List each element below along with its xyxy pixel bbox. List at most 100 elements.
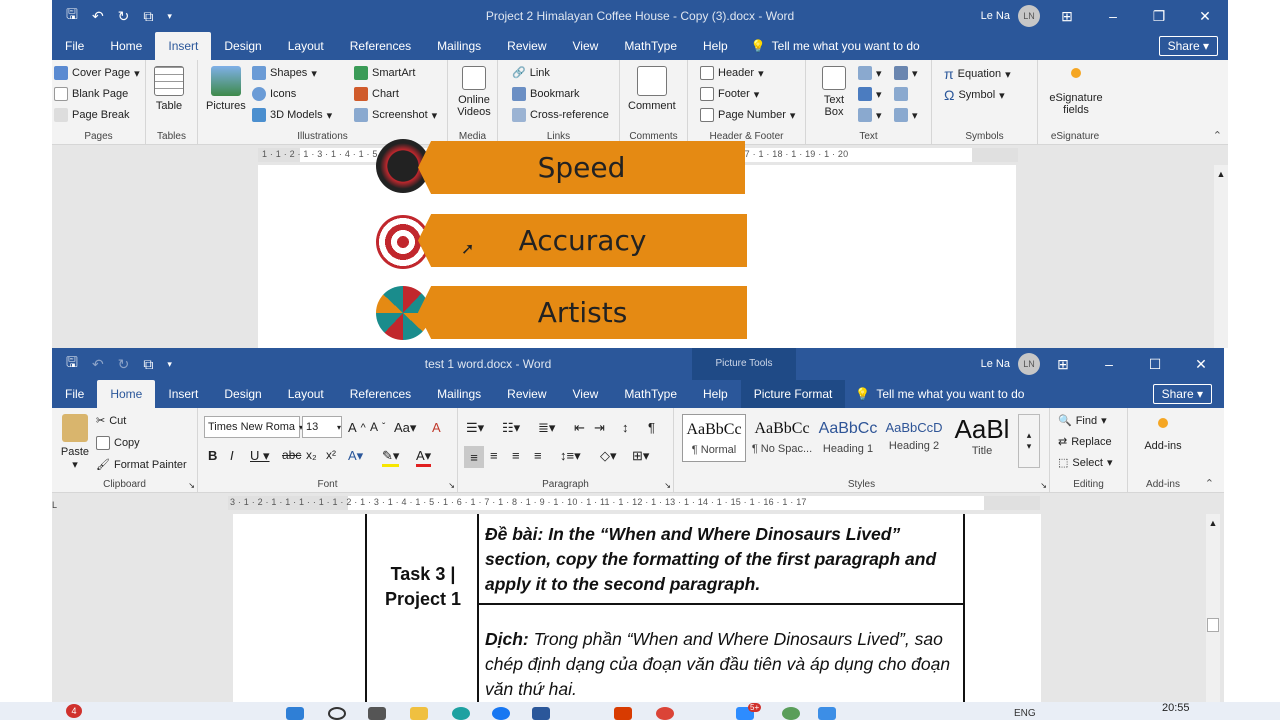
office-icon[interactable]: [614, 707, 632, 720]
scroll-thumb[interactable]: [1207, 618, 1219, 632]
shapes-button[interactable]: Shapes ▾: [252, 66, 317, 80]
edge-icon[interactable]: [452, 707, 470, 720]
tab-help[interactable]: Help: [690, 32, 741, 60]
tab-home[interactable]: Home: [97, 380, 156, 408]
word-icon[interactable]: [532, 707, 550, 720]
icons-button[interactable]: Icons: [252, 87, 296, 101]
facebook-icon[interactable]: [492, 707, 510, 720]
touch-mode-icon[interactable]: ⧉: [143, 356, 153, 373]
undo-icon[interactable]: ↶: [92, 8, 104, 25]
ribbon-display-icon[interactable]: ⊞: [1040, 356, 1086, 373]
comment-button[interactable]: Comment: [628, 66, 676, 112]
chrome-icon[interactable]: [656, 707, 674, 720]
task-view-icon[interactable]: [368, 707, 386, 720]
decrease-indent-icon[interactable]: ⇤: [574, 420, 585, 436]
style-title[interactable]: AaBl Title: [950, 414, 1014, 462]
dialog-launcher-icon[interactable]: ↘: [448, 481, 455, 490]
object-button[interactable]: ▾: [894, 108, 918, 122]
app-icon[interactable]: [782, 707, 800, 720]
start-icon[interactable]: [286, 707, 304, 720]
quick-parts-button[interactable]: ▾: [858, 66, 882, 80]
underline-icon[interactable]: U ▾: [250, 448, 270, 464]
chart-button[interactable]: Chart: [354, 87, 399, 101]
collapse-ribbon-icon[interactable]: ⌃: [1205, 477, 1214, 490]
tab-view[interactable]: View: [560, 32, 612, 60]
equation-button[interactable]: π Equation ▾: [944, 66, 1011, 82]
dialog-launcher-icon[interactable]: ↘: [1040, 481, 1047, 490]
tab-insert[interactable]: Insert: [155, 380, 211, 408]
sort-icon[interactable]: ↕: [622, 420, 629, 435]
align-right-icon[interactable]: ≡: [512, 448, 520, 463]
tab-review[interactable]: Review: [494, 380, 559, 408]
tell-me-box[interactable]: 💡 Tell me what you want to do: [741, 32, 933, 60]
tab-design[interactable]: Design: [211, 380, 274, 408]
shading-icon[interactable]: ◇▾: [600, 448, 617, 464]
multilevel-list-icon[interactable]: ≣▾: [538, 420, 555, 436]
drop-cap-button[interactable]: ▾: [858, 108, 882, 122]
paste-button[interactable]: Paste ▾: [58, 414, 92, 471]
cross-reference-button[interactable]: Cross-reference: [512, 108, 609, 122]
styles-more-icon[interactable]: ▴ ▾: [1018, 414, 1040, 468]
align-left-icon[interactable]: ≡: [464, 446, 484, 468]
clock[interactable]: 20:55: [1162, 702, 1190, 714]
tab-file[interactable]: File: [52, 380, 97, 408]
esignature-fields-button[interactable]: eSignature fields: [1042, 68, 1110, 116]
subscript-icon[interactable]: x₂: [306, 448, 317, 462]
avatar[interactable]: LN: [1018, 353, 1040, 375]
cut-button[interactable]: ✂ Cut: [96, 414, 126, 428]
customize-qat-icon[interactable]: ▾: [167, 359, 172, 370]
maximize-icon[interactable]: ☐: [1132, 356, 1178, 373]
increase-indent-icon[interactable]: ⇥: [594, 420, 605, 436]
tab-view[interactable]: View: [560, 380, 612, 408]
wordart-button[interactable]: ▾: [858, 87, 882, 101]
dialog-launcher-icon[interactable]: ↘: [664, 481, 671, 490]
tab-layout[interactable]: Layout: [275, 380, 337, 408]
share-button[interactable]: Share ▾: [1158, 36, 1218, 56]
shrink-font-icon[interactable]: Aˇ: [370, 420, 385, 434]
link-button[interactable]: 🔗 Link: [512, 66, 550, 80]
tab-insert[interactable]: Insert: [155, 32, 212, 60]
touch-mode-icon[interactable]: ⧉: [143, 8, 153, 25]
table-button[interactable]: Table: [154, 66, 184, 112]
style-normal[interactable]: AaBbCc ¶ Normal: [682, 414, 746, 462]
signature-line-button[interactable]: ▾: [894, 66, 918, 80]
search-icon[interactable]: [328, 707, 346, 720]
restore-icon[interactable]: ❐: [1136, 8, 1182, 25]
symbol-button[interactable]: Ω Symbol ▾: [944, 87, 1005, 103]
font-size-select[interactable]: 13 ▾: [302, 416, 342, 438]
page-break-button[interactable]: Page Break: [54, 108, 129, 122]
borders-icon[interactable]: ⊞▾: [632, 448, 649, 464]
style-heading-1[interactable]: AaBbCc Heading 1: [816, 414, 880, 462]
cover-page-button[interactable]: Cover Page ▾: [54, 66, 140, 80]
undo-icon[interactable]: ↶: [92, 356, 104, 373]
collapse-ribbon-icon[interactable]: ⌃: [1213, 129, 1222, 142]
header-button[interactable]: Header ▾: [700, 66, 764, 80]
3d-models-button[interactable]: 3D Models ▾: [252, 108, 332, 122]
tab-mathtype[interactable]: MathType: [611, 380, 690, 408]
bold-icon[interactable]: B: [208, 448, 217, 463]
file-explorer-icon[interactable]: [410, 707, 428, 720]
tab-references[interactable]: References: [337, 380, 424, 408]
select-button[interactable]: ⬚ Select ▾: [1058, 456, 1113, 470]
text-box-button[interactable]: Text Box: [816, 66, 852, 118]
footer-button[interactable]: Footer ▾: [700, 87, 759, 101]
page-number-button[interactable]: Page Number ▾: [700, 108, 795, 122]
replace-button[interactable]: ⇄ Replace: [1058, 435, 1112, 449]
tab-review[interactable]: Review: [494, 32, 559, 60]
addins-button[interactable]: Add-ins: [1132, 418, 1194, 452]
clear-formatting-icon[interactable]: A: [432, 420, 441, 435]
bookmark-button[interactable]: Bookmark: [512, 87, 580, 101]
share-button[interactable]: Share ▾: [1152, 384, 1212, 404]
copy-button[interactable]: Copy: [96, 436, 140, 450]
tab-design[interactable]: Design: [211, 32, 274, 60]
app-icon[interactable]: [818, 707, 836, 720]
tab-help[interactable]: Help: [690, 380, 741, 408]
tab-references[interactable]: References: [337, 32, 424, 60]
find-button[interactable]: 🔍 Find ▾: [1058, 414, 1107, 428]
change-case-icon[interactable]: Aa▾: [394, 420, 416, 436]
ribbon-display-icon[interactable]: ⊞: [1044, 8, 1090, 25]
line-spacing-icon[interactable]: ↕≡▾: [560, 448, 581, 464]
tab-layout[interactable]: Layout: [275, 32, 337, 60]
text-effects-icon[interactable]: A▾: [348, 448, 363, 464]
format-painter-button[interactable]: 🖌 Format Painter: [96, 458, 187, 472]
